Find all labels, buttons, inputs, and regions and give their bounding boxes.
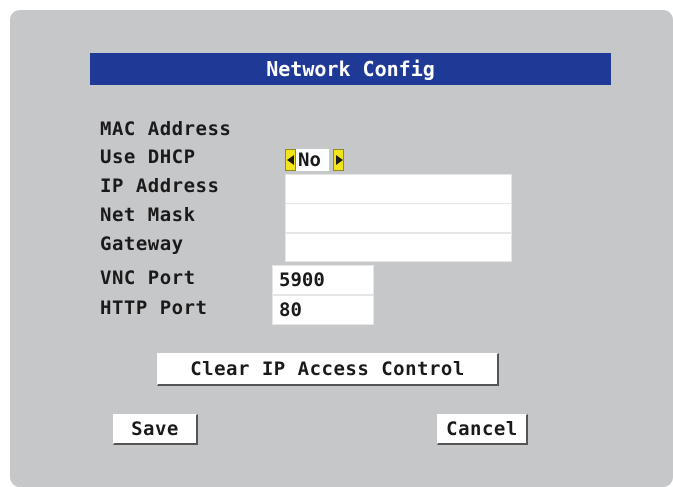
ip-address-field[interactable] (285, 174, 512, 204)
gateway-field[interactable] (285, 233, 512, 262)
vnc-port-label: VNC Port (100, 267, 196, 289)
clear-ip-access-control-button[interactable]: Clear IP Access Control (157, 353, 499, 386)
arrow-left-icon[interactable] (285, 149, 296, 171)
net-mask-field[interactable] (285, 203, 512, 233)
gateway-label: Gateway (100, 233, 184, 255)
save-button[interactable]: Save (113, 414, 198, 445)
mac-address-label: MAC Address (100, 118, 232, 140)
vnc-port-field[interactable]: 5900 (272, 265, 374, 295)
arrow-right-icon[interactable] (332, 149, 344, 171)
use-dhcp-label: Use DHCP (100, 146, 196, 168)
http-port-field[interactable]: 80 (272, 295, 374, 325)
ip-address-label: IP Address (100, 175, 220, 197)
http-port-label: HTTP Port (100, 297, 208, 319)
net-mask-label: Net Mask (100, 204, 196, 226)
cancel-button[interactable]: Cancel (437, 414, 528, 445)
dialog-title: Network Config (90, 53, 611, 85)
use-dhcp-value: No (296, 149, 329, 171)
use-dhcp-selector[interactable]: No (285, 148, 344, 172)
